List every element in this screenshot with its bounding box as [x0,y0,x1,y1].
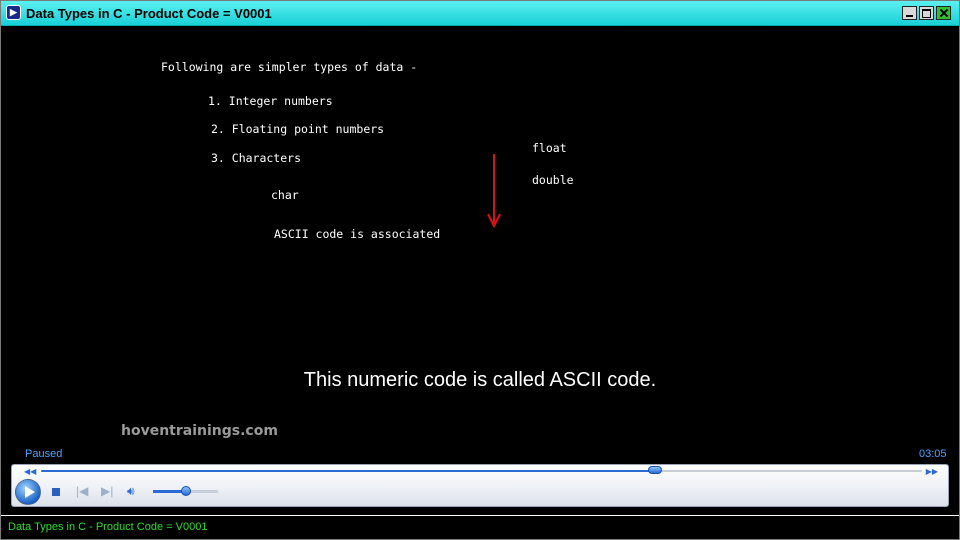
ascii-note: ASCII code is associated [274,227,441,241]
stop-button[interactable] [52,488,60,496]
media-player-window: ▶ Data Types in C - Product Code = V0001… [0,0,960,540]
playback-status: Paused [25,448,63,460]
volume-thumb[interactable] [180,486,191,496]
watermark: hoventrainings.com [121,423,278,439]
volume-slider[interactable] [153,486,218,496]
media-player-icon[interactable]: ▶ [6,5,21,20]
minimize-button[interactable] [902,6,917,20]
slide-item-integer: 1. Integer numbers [208,94,333,108]
seek-progress [41,470,656,472]
title-bar[interactable]: ▶ Data Types in C - Product Code = V0001 [1,1,959,26]
volume-icon[interactable]: 🔊︎ [127,485,135,497]
rewind-icon[interactable]: ◀◀ [24,467,36,476]
close-button[interactable] [936,6,951,20]
status-bar-text: Data Types in C - Product Code = V0001 [8,521,208,533]
window-title: Data Types in C - Product Code = V0001 [26,6,272,21]
video-area[interactable]: Following are simpler types of data - 1.… [1,26,959,446]
subtitle-caption: This numeric code is called ASCII code. [303,369,657,391]
previous-track-icon[interactable]: |◀ [76,485,88,497]
seek-thumb[interactable] [648,466,663,474]
double-label: double [532,173,574,187]
playback-time: 03:05 [919,448,947,460]
next-track-icon[interactable]: ▶| [101,485,113,497]
status-divider [1,515,959,516]
slide-item-floating: 2. Floating point numbers [211,122,385,136]
char-label: char [271,188,299,202]
player-controls: ◀◀ ▶▶ |◀ ▶| 🔊︎ [11,464,949,507]
maximize-button[interactable] [919,6,934,20]
fast-forward-icon[interactable]: ▶▶ [926,467,938,476]
play-button[interactable] [15,479,41,505]
slide-heading: Following are simpler types of data - [161,60,418,74]
down-arrow-icon [487,154,501,228]
seek-bar[interactable] [41,466,922,474]
slide-item-characters: 3. Characters [211,151,302,165]
float-label: float [532,141,567,155]
